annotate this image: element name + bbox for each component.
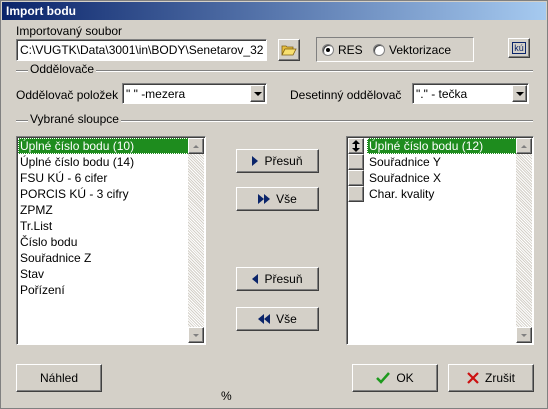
radio-vektorizace-label: Vektorizace — [389, 43, 452, 57]
decimal-separator-select[interactable]: "." - tečka — [412, 83, 529, 104]
preview-button[interactable]: Náhled — [16, 364, 102, 392]
radio-res[interactable]: RES — [322, 43, 363, 57]
move-left-button[interactable]: Přesuň — [236, 267, 319, 291]
cancel-button[interactable]: Zrušit — [448, 364, 534, 392]
decimal-separator-dropdown-button[interactable] — [512, 85, 527, 102]
row-indicator[interactable] — [348, 154, 364, 170]
cancel-label: Zrušit — [485, 371, 515, 385]
move-all-left-button[interactable]: Vše — [236, 307, 319, 331]
scroll-up-icon — [193, 144, 199, 148]
move-left-label: Přesuň — [264, 272, 303, 286]
list-item[interactable]: Úplné číslo bodu (14) — [18, 154, 189, 170]
row-indicator[interactable] — [348, 170, 364, 186]
list-item[interactable]: Souřadnice Y — [367, 154, 517, 170]
window-title: Import bodu — [2, 2, 546, 20]
ok-label: OK — [396, 371, 414, 385]
list-item[interactable]: Stav — [18, 266, 189, 282]
ku-button[interactable]: kú — [508, 38, 530, 58]
file-label: Importovaný soubor — [16, 24, 123, 38]
list-item[interactable]: Pořízení — [18, 282, 189, 298]
checkmark-icon — [376, 372, 391, 384]
radio-res-label: RES — [338, 43, 363, 57]
browse-folder-button[interactable] — [278, 39, 300, 61]
list-item[interactable]: Číslo bodu — [18, 234, 189, 250]
double-arrow-right-icon — [258, 194, 271, 204]
close-x-icon — [467, 372, 479, 384]
selected-columns-list[interactable]: Úplné číslo bodu (12) Souřadnice Y Souřa… — [346, 136, 534, 345]
available-columns-items: Úplné číslo bodu (10) Úplné číslo bodu (… — [18, 138, 189, 298]
list-item[interactable]: Úplné číslo bodu (12) — [367, 138, 517, 154]
move-all-right-button[interactable]: Vše — [236, 187, 319, 211]
decimal-separator-value: "." - tečka — [416, 87, 468, 101]
list-item[interactable]: Úplné číslo bodu (10) — [18, 138, 189, 154]
row-header-column — [348, 138, 366, 202]
list-item[interactable]: Char. kvality — [367, 186, 517, 202]
item-separator-value: " " -mezera — [126, 87, 186, 101]
row-indicator[interactable] — [348, 186, 364, 202]
file-path-field[interactable]: C:\VUGTK\Data\3001\in\BODY\Senetarov_32 — [16, 39, 267, 61]
scroll-up-button[interactable] — [516, 138, 532, 154]
columns-group-title: Vybrané sloupce — [28, 112, 121, 126]
double-arrow-left-icon — [258, 314, 271, 324]
list-item[interactable]: Souřadnice X — [367, 170, 517, 186]
ok-button[interactable]: OK — [352, 364, 438, 392]
scroll-down-button[interactable] — [516, 327, 532, 343]
move-right-button[interactable]: Přesuň — [236, 149, 319, 173]
scroll-down-button[interactable] — [188, 327, 204, 343]
scroll-up-button[interactable] — [188, 138, 204, 154]
arrow-right-icon — [252, 156, 259, 166]
chevron-down-icon — [253, 91, 262, 96]
move-right-label: Přesuň — [264, 154, 303, 168]
list-item[interactable]: Tr.List — [18, 218, 189, 234]
folder-open-icon — [281, 45, 297, 56]
file-path-value: C:\VUGTK\Data\3001\in\BODY\Senetarov_32 — [20, 43, 264, 57]
item-separator-dropdown-button[interactable] — [250, 85, 265, 102]
ku-label: kú — [512, 42, 526, 54]
scroll-down-icon — [521, 333, 527, 337]
mode-group: RES Vektorizace — [316, 37, 474, 62]
radio-vektorizace[interactable]: Vektorizace — [373, 43, 451, 57]
preview-label: Náhled — [39, 371, 79, 385]
list-item[interactable]: ZPMZ — [18, 202, 189, 218]
move-all-right-label: Vše — [276, 192, 297, 206]
separators-group-title: Oddělovače — [28, 62, 97, 76]
chevron-down-icon — [515, 91, 524, 96]
import-dialog: Import bodu Importovaný soubor C:\VUGTK\… — [0, 0, 548, 409]
list-item[interactable]: Souřadnice Z — [18, 250, 189, 266]
list-item[interactable]: FSU KÚ - 6 cifer — [18, 170, 189, 186]
available-columns-list[interactable]: Úplné číslo bodu (10) Úplné číslo bodu (… — [16, 136, 206, 345]
selected-scrollbar[interactable] — [516, 138, 532, 343]
list-item[interactable]: PORCIS KÚ - 3 cifry — [18, 186, 189, 202]
row-indicator-header[interactable] — [348, 138, 364, 154]
radio-res-circle[interactable] — [322, 44, 334, 56]
decimal-separator-label: Desetinný oddělovač — [290, 88, 402, 102]
move-all-left-label: Vše — [276, 312, 297, 326]
progress-percent: % — [221, 389, 232, 403]
item-separator-select[interactable]: " " -mezera — [122, 83, 267, 104]
item-separator-label: Oddělovač položek — [16, 88, 119, 102]
radio-vektorizace-circle[interactable] — [373, 44, 385, 56]
selected-columns-items: Úplné číslo bodu (12) Souřadnice Y Souřa… — [367, 138, 517, 202]
arrow-left-icon — [252, 274, 259, 284]
scroll-down-icon — [193, 333, 199, 337]
available-scrollbar[interactable] — [188, 138, 204, 343]
sort-updown-icon — [352, 140, 360, 152]
scroll-up-icon — [521, 144, 527, 148]
